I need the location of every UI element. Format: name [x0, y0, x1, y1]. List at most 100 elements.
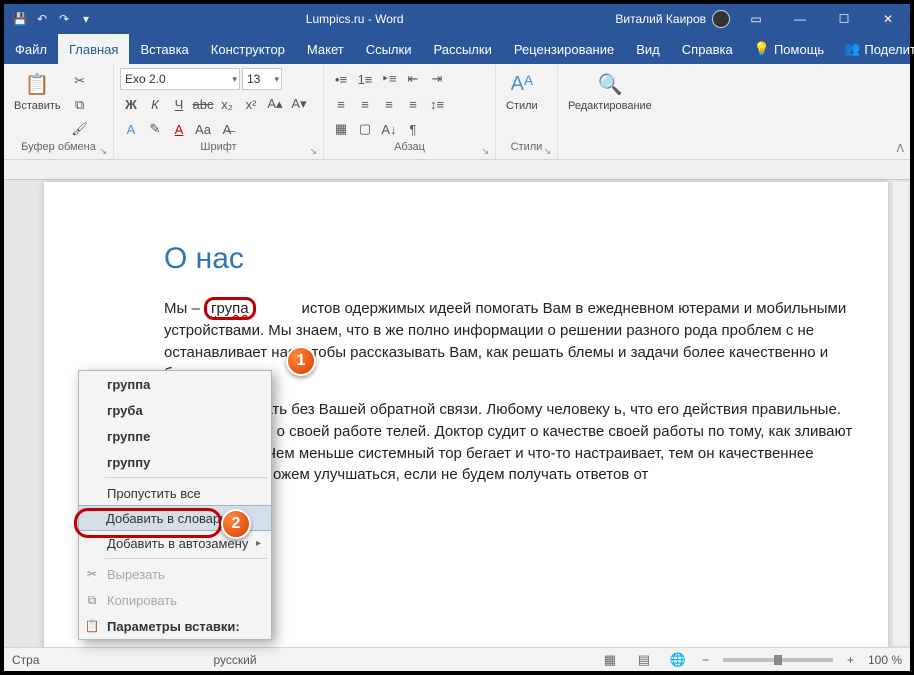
cut-icon[interactable]: ✂	[69, 70, 91, 92]
read-mode-icon[interactable]: ▦	[600, 652, 620, 668]
grow-font-icon[interactable]: A▴	[264, 93, 286, 115]
suggestion-label: груба	[107, 403, 143, 418]
tab-view[interactable]: Вид	[625, 34, 671, 64]
zoom-out-icon[interactable]: −	[702, 653, 709, 667]
ribbon: 📋 Вставить ✂ ⧉ 🖌 Буфер обмена↘ Exo 2.0 1…	[4, 64, 910, 160]
indent-inc-icon[interactable]: ⇥	[426, 68, 448, 90]
sort-icon[interactable]: A↓	[378, 118, 400, 140]
align-right-icon[interactable]: ≡	[378, 93, 400, 115]
shading-icon[interactable]: ▦	[330, 118, 352, 140]
minimize-icon[interactable]: —	[778, 4, 822, 34]
misspelled-word[interactable]: група	[204, 297, 256, 320]
italic-icon[interactable]: К	[144, 93, 166, 115]
align-center-icon[interactable]: ≡	[354, 93, 376, 115]
launcher-icon[interactable]: ↘	[99, 146, 107, 157]
shrink-font-icon[interactable]: A▾	[288, 93, 310, 115]
group-clipboard: 📋 Вставить ✂ ⧉ 🖌 Буфер обмена↘	[4, 64, 114, 159]
editing-button[interactable]: 🔍 Редактирование	[564, 68, 656, 114]
vertical-scrollbar[interactable]	[892, 182, 908, 645]
group-styles-label: Стили	[511, 141, 543, 153]
user-area[interactable]: Виталий Каиров	[615, 10, 734, 28]
tab-help[interactable]: Справка	[671, 34, 744, 64]
web-layout-icon[interactable]: 🌐	[668, 652, 688, 668]
text-effects-icon[interactable]: A	[120, 118, 142, 140]
bold-icon[interactable]: Ж	[120, 93, 142, 115]
collapse-ribbon-icon[interactable]: ᐱ	[896, 142, 904, 155]
callout-badge-2: 2	[221, 509, 251, 539]
copy-icon[interactable]: ⧉	[69, 94, 91, 116]
clear-format-icon[interactable]: A̶	[216, 118, 238, 140]
indent-dec-icon[interactable]: ⇤	[402, 68, 424, 90]
quick-access-toolbar: 💾 ↶ ↷ ▾	[4, 11, 94, 27]
tell-me-label: Помощь	[774, 42, 824, 57]
align-left-icon[interactable]: ≡	[330, 93, 352, 115]
heading: О нас	[164, 242, 858, 276]
borders-icon[interactable]: ▢	[354, 118, 376, 140]
font-size-combo[interactable]: 13	[242, 68, 282, 90]
redo-icon[interactable]: ↷	[56, 11, 72, 27]
clipboard-icon: 📋	[23, 70, 51, 98]
font-name-combo[interactable]: Exo 2.0	[120, 68, 240, 90]
change-case-icon[interactable]: Aa	[192, 118, 214, 140]
qat-more-icon[interactable]: ▾	[78, 11, 94, 27]
group-paragraph: •≡ 1≡ ‣≡ ⇤ ⇥ ≡ ≡ ≡ ≡ ↕≡ ▦ ▢ A↓ ¶ Абзац↘	[324, 64, 496, 159]
paste-options[interactable]: 📋Параметры вставки:	[79, 613, 271, 639]
paste-label: Вставить	[14, 100, 61, 112]
group-editing: 🔍 Редактирование	[558, 64, 678, 159]
group-clipboard-label: Буфер обмена	[21, 141, 96, 153]
suggestion-2[interactable]: груба	[79, 397, 271, 423]
tab-layout[interactable]: Макет	[296, 34, 355, 64]
title-bar: 💾 ↶ ↷ ▾ Lumpics.ru - Word Виталий Каиров…	[4, 4, 910, 34]
ribbon-display-icon[interactable]: ▭	[734, 4, 778, 34]
launcher-icon[interactable]: ↘	[481, 146, 489, 157]
suggestion-1[interactable]: группа	[79, 371, 271, 397]
justify-icon[interactable]: ≡	[402, 93, 424, 115]
page-indicator[interactable]: Стра	[12, 653, 40, 667]
suggestion-3[interactable]: группе	[79, 423, 271, 449]
tab-insert[interactable]: Вставка	[129, 34, 199, 64]
paste-button[interactable]: 📋 Вставить	[10, 68, 65, 114]
launcher-icon[interactable]: ↘	[309, 146, 317, 157]
superscript-icon[interactable]: x²	[240, 93, 262, 115]
cut: ✂Вырезать	[79, 561, 271, 587]
search-icon: 🔍	[596, 70, 624, 98]
underline-icon[interactable]: Ч	[168, 93, 190, 115]
ruler[interactable]	[4, 160, 910, 180]
tab-file[interactable]: Файл	[4, 34, 58, 64]
tab-references[interactable]: Ссылки	[355, 34, 423, 64]
format-painter-icon[interactable]: 🖌	[69, 118, 91, 140]
bullets-icon[interactable]: •≡	[330, 68, 352, 90]
highlight-icon[interactable]: ✎	[144, 118, 166, 140]
editing-label: Редактирование	[568, 100, 652, 112]
line-spacing-icon[interactable]: ↕≡	[426, 93, 448, 115]
tab-home[interactable]: Главная	[58, 34, 129, 64]
maximize-icon[interactable]: ☐	[822, 4, 866, 34]
styles-button[interactable]: AᴬСтили	[502, 68, 542, 114]
font-color-icon[interactable]: A	[168, 118, 190, 140]
multilevel-icon[interactable]: ‣≡	[378, 68, 400, 90]
separator	[105, 477, 267, 478]
close-icon[interactable]: ✕	[866, 4, 910, 34]
share-button[interactable]: 👥 Поделиться	[834, 34, 914, 64]
avatar	[712, 10, 730, 28]
numbering-icon[interactable]: 1≡	[354, 68, 376, 90]
suggestion-4[interactable]: группу	[79, 449, 271, 475]
zoom-level[interactable]: 100 %	[868, 653, 902, 667]
zoom-slider[interactable]	[723, 658, 833, 662]
subscript-icon[interactable]: x₂	[216, 93, 238, 115]
show-marks-icon[interactable]: ¶	[402, 118, 424, 140]
autosave-icon[interactable]: 💾	[12, 11, 28, 27]
tell-me[interactable]: 💡 Помощь	[744, 34, 834, 64]
language-indicator[interactable]: русский	[54, 653, 257, 667]
launcher-icon[interactable]: ↘	[543, 146, 551, 157]
strike-icon[interactable]: abc	[192, 93, 214, 115]
ignore-all[interactable]: Пропустить все	[79, 480, 271, 506]
zoom-in-icon[interactable]: +	[847, 653, 854, 667]
print-layout-icon[interactable]: ▤	[634, 652, 654, 668]
undo-icon[interactable]: ↶	[34, 11, 50, 27]
tab-mailings[interactable]: Рассылки	[422, 34, 502, 64]
spelling-context-menu: группа груба группе группу Пропустить вс…	[78, 370, 272, 640]
tab-review[interactable]: Рецензирование	[503, 34, 625, 64]
group-font-label: Шрифт	[200, 141, 236, 153]
tab-design[interactable]: Конструктор	[200, 34, 296, 64]
